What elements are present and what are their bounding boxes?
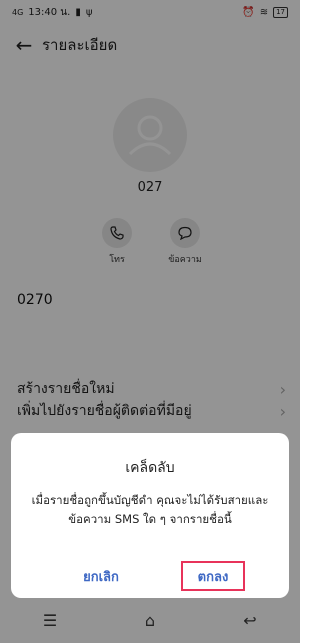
dialog-message: เมื่อรายชื่อถูกขึ้นบัญชีดำ คุณจะไม่ได้รั… bbox=[31, 493, 269, 526]
tip-dialog: เคล็ดลับ เมื่อรายชื่อถูกขึ้นบัญชีดำ คุณจ… bbox=[11, 433, 289, 598]
cancel-button[interactable]: ยกเลิก bbox=[51, 561, 151, 591]
dialog-title: เคล็ดลับ bbox=[125, 460, 175, 476]
back-icon[interactable]: ↩ bbox=[230, 611, 270, 630]
menu-icon[interactable]: ☰ bbox=[30, 611, 70, 630]
navigation-bar: ☰ ⌂ ↩ bbox=[0, 598, 300, 643]
ok-button[interactable]: ตกลง bbox=[181, 561, 245, 591]
home-icon[interactable]: ⌂ bbox=[130, 611, 170, 630]
